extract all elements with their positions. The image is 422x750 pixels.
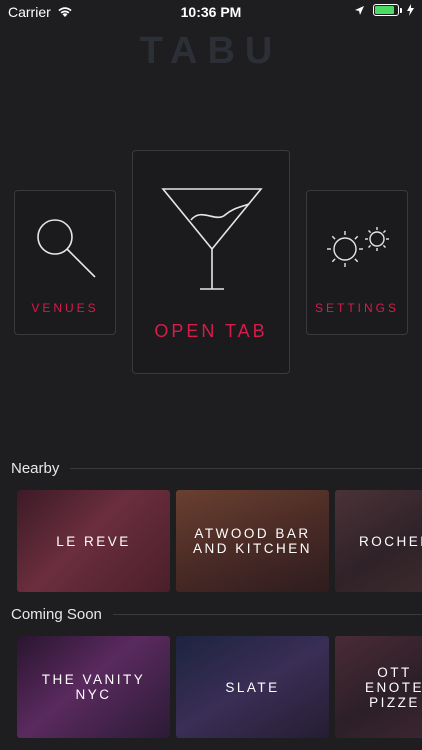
magnifier-icon [37,219,96,278]
venue-card-label: OTT ENOTE PIZZE [365,664,422,710]
coming-soon-divider [113,614,422,615]
status-bar: Carrier 10:36 PM [0,0,422,24]
nearby-divider [70,468,422,469]
battery-icon [373,4,402,16]
venue-card-ott[interactable]: OTT ENOTE PIZZE [335,636,422,738]
venue-card-label: ATWOOD BAR AND KITCHEN [192,526,312,556]
venue-card-vanity[interactable]: THE VANITY NYC [17,636,170,738]
venues-button[interactable]: VENUES [14,190,116,335]
settings-button[interactable]: SETTINGS [306,190,408,335]
nearby-title: Nearby [11,460,60,477]
venue-card-slate[interactable]: SLATE [176,636,329,738]
venue-card-label: LE REVE [56,533,131,549]
brand-logo: TABU [139,30,283,72]
venue-card-atwood[interactable]: ATWOOD BAR AND KITCHEN [176,490,329,592]
charging-bolt-icon [407,4,414,16]
location-arrow-icon [355,5,364,15]
battery-level [375,6,394,14]
open-tab-label: OPEN TAB [154,321,268,341]
martini-glass-icon [161,188,263,290]
status-right [354,4,414,16]
venue-card-label: ROCHEL [359,533,422,549]
settings-label: SETTINGS [314,301,399,315]
gears-icon [327,227,389,267]
venue-card-label: SLATE [225,679,280,695]
venues-label: VENUES [31,301,99,315]
coming-soon-title: Coming Soon [11,606,102,623]
venue-card-label: THE VANITY NYC [41,672,146,702]
venue-card-le-reve[interactable]: LE REVE [17,490,170,592]
open-tab-button[interactable]: OPEN TAB [132,150,290,374]
venue-card-rochel[interactable]: ROCHEL [335,490,422,592]
